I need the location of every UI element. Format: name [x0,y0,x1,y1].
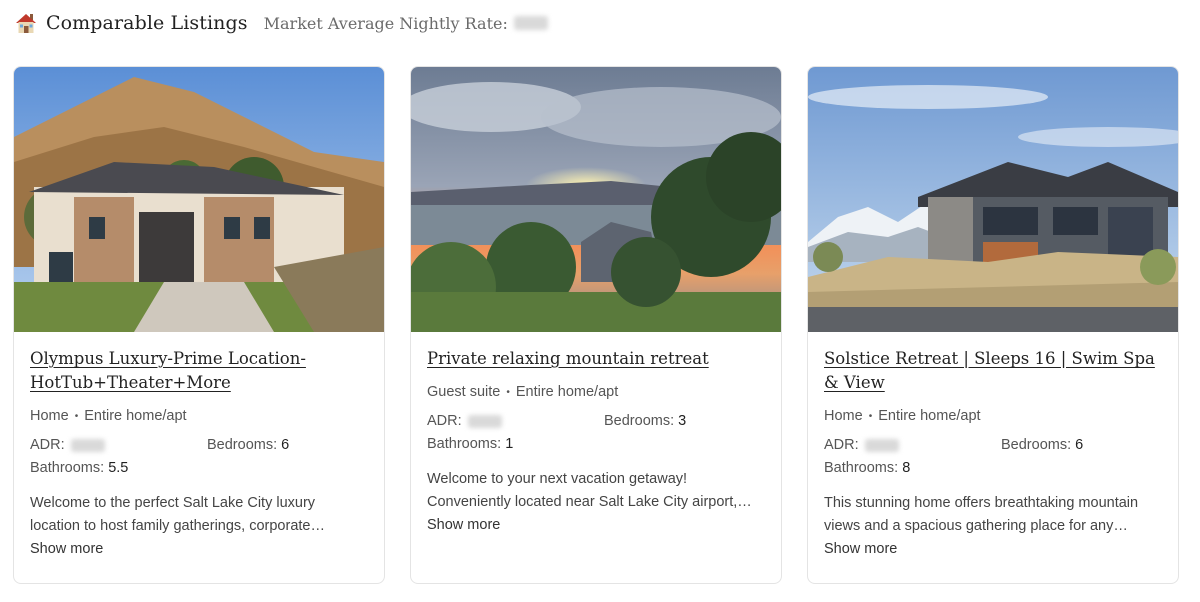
market-average-value-redacted [513,16,548,30]
listing-photo-modern-home[interactable] [808,67,1178,332]
bedrooms-value: 6 [1075,437,1084,453]
bedrooms-label: Bedrooms: [207,437,278,453]
section-header: Comparable Listings Market Average Night… [14,8,548,38]
adr-label: ADR: [427,413,462,429]
property-type: Home [30,408,69,424]
bathrooms-label: Bathrooms: [30,460,105,476]
listing-card-body: Private relaxing mountain retreat Guest … [427,332,765,583]
bathrooms-label: Bathrooms: [824,460,899,476]
bedrooms-label: Bedrooms: [1001,437,1072,453]
listing-title-link[interactable]: Olympus Luxury-Prime Location-HotTub+The… [30,347,368,395]
listing-stats: ADR: Bedrooms: 6 Bathrooms: 8 [824,437,1162,476]
bedrooms-label: Bedrooms: [604,413,675,429]
bathrooms-value: 8 [902,460,911,476]
bathrooms-label: Bathrooms: [427,436,502,452]
show-more-button[interactable]: Show more [824,541,1162,557]
property-type: Guest suite [427,384,501,400]
separator-dot: • [506,386,510,398]
listing-type: Guest suite • Entire home/apt [427,384,765,400]
adr-label: ADR: [824,437,859,453]
bedrooms-value: 3 [678,413,687,429]
listing-description: Welcome to your next vacation getaway! C… [427,471,752,510]
bathrooms-value: 1 [505,436,514,452]
property-type: Home [824,408,863,424]
listing-card[interactable]: Solstice Retreat | Sleeps 16 | Swim Spa … [807,66,1179,584]
adr-label: ADR: [30,437,65,453]
separator-dot: • [74,410,79,422]
show-more-button[interactable]: Show more [427,517,765,533]
listing-stats: ADR: Bedrooms: 3 Bathrooms: 1 [427,413,765,452]
room-type: Entire home/apt [878,408,981,424]
listing-card-body: Olympus Luxury-Prime Location-HotTub+The… [30,332,368,583]
listing-title-link[interactable]: Solstice Retreat | Sleeps 16 | Swim Spa … [824,347,1162,395]
room-type: Entire home/apt [84,408,187,424]
listings-grid: Olympus Luxury-Prime Location-HotTub+The… [13,66,1179,584]
show-more-button[interactable]: Show more [30,541,368,557]
listing-description: This stunning home offers breathtaking m… [824,495,1139,534]
adr-value-redacted [864,438,899,452]
listing-type: Home • Entire home/apt [824,408,1162,424]
room-type: Entire home/apt [515,384,619,400]
market-average-label: Market Average Nightly Rate: [263,13,508,33]
page-title: Comparable Listings [46,12,248,34]
listing-card[interactable]: Olympus Luxury-Prime Location-HotTub+The… [13,66,385,584]
listing-type: Home • Entire home/apt [30,408,368,424]
listing-card[interactable]: Private relaxing mountain retreat Guest … [410,66,782,584]
listing-photo-sunset[interactable] [411,67,781,332]
listing-description: Welcome to the perfect Salt Lake City lu… [30,495,325,534]
adr-value-redacted [467,414,502,428]
adr-value-redacted [70,438,105,452]
listing-title-link[interactable]: Private relaxing mountain retreat [427,347,765,371]
separator-dot: • [868,410,873,422]
listing-photo-mansion[interactable] [14,67,384,332]
bathrooms-value: 5.5 [108,460,129,476]
listing-card-body: Solstice Retreat | Sleeps 16 | Swim Spa … [824,332,1162,583]
house-icon [16,14,36,33]
listing-stats: ADR: Bedrooms: 6 Bathrooms: 5.5 [30,437,368,476]
bedrooms-value: 6 [281,437,290,453]
